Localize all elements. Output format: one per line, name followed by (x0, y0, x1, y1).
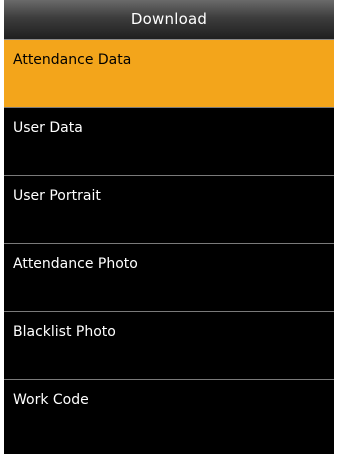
menu-item-work-code[interactable]: Work Code (4, 380, 334, 454)
menu-item-label: Attendance Data (13, 52, 132, 68)
page-title: Download (130, 10, 208, 28)
menu-item-label: Attendance Photo (13, 256, 138, 272)
menu-item-label: User Data (13, 120, 83, 136)
menu-item-attendance-data[interactable]: Attendance Data (4, 40, 334, 108)
menu-item-label: Blacklist Photo (13, 324, 116, 340)
device-screen: Download Attendance Data User Data User … (0, 0, 340, 454)
menu-item-user-portrait[interactable]: User Portrait (4, 176, 334, 244)
menu-item-attendance-photo[interactable]: Attendance Photo (4, 244, 334, 312)
header-bar: Download (4, 0, 334, 40)
download-options-list: Attendance Data User Data User Portrait … (4, 40, 334, 454)
menu-item-blacklist-photo[interactable]: Blacklist Photo (4, 312, 334, 380)
menu-item-label: Work Code (13, 392, 89, 408)
menu-item-user-data[interactable]: User Data (4, 108, 334, 176)
menu-item-label: User Portrait (13, 188, 101, 204)
download-menu-panel: Download Attendance Data User Data User … (4, 0, 334, 454)
